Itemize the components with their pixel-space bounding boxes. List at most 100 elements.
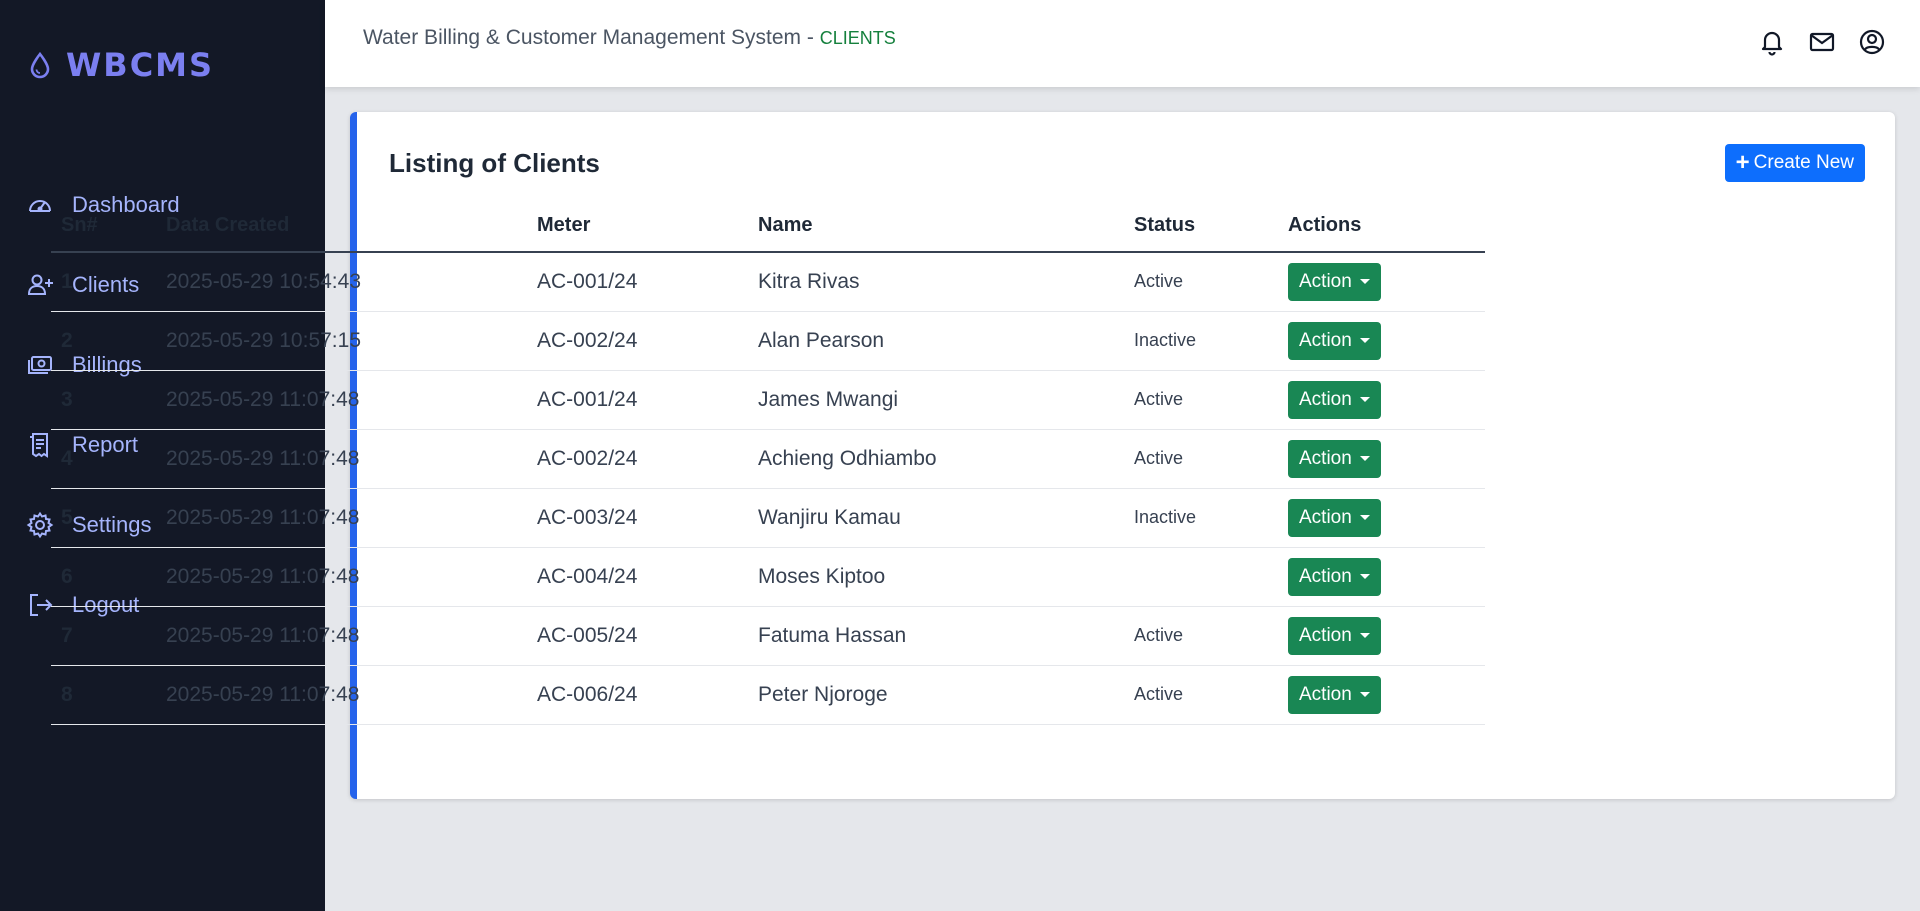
- cell-sn: 8: [51, 665, 156, 725]
- breadcrumb: CLIENTS: [819, 28, 896, 48]
- cell-actions: Action: [1278, 429, 1485, 489]
- cell-name: Achieng Odhiambo: [748, 429, 1124, 489]
- column-header-status: Status: [1124, 200, 1278, 253]
- table-row: 4 2025-05-29 11:07:48 AC-002/24 Achieng …: [51, 429, 1485, 489]
- action-dropdown-button[interactable]: Action: [1288, 380, 1381, 419]
- header-actions: [1758, 28, 1886, 56]
- table-body: 1 2025-05-29 10:54:43 AC-001/24 Kitra Ri…: [51, 252, 1485, 725]
- caret-down-icon: [1359, 633, 1370, 638]
- bell-icon[interactable]: [1758, 28, 1786, 56]
- cell-name: Peter Njoroge: [748, 665, 1124, 725]
- column-header-sn: Sn#: [51, 200, 156, 253]
- money-icon: [28, 356, 52, 374]
- cell-sn: 5: [51, 488, 156, 548]
- cell-status: Active: [1124, 429, 1278, 489]
- cell-created: 2025-05-29 10:54:43: [156, 252, 527, 312]
- cell-sn: 3: [51, 370, 156, 430]
- caret-down-icon: [1359, 397, 1370, 402]
- action-dropdown-button[interactable]: Action: [1288, 262, 1381, 301]
- cell-sn: 4: [51, 429, 156, 489]
- receipt-icon: [30, 433, 48, 458]
- cell-meter: AC-001/24: [527, 370, 748, 430]
- clients-table-wrapper: Sn# Data Created Meter Name Status Actio…: [51, 200, 1485, 725]
- action-label: Action: [1299, 506, 1352, 528]
- table-row: 2 2025-05-29 10:57:15 AC-002/24 Alan Pea…: [51, 311, 1485, 371]
- action-label: Action: [1299, 329, 1352, 351]
- cell-actions: Action: [1278, 665, 1485, 725]
- cell-status: Inactive: [1124, 311, 1278, 371]
- table-row: 6 2025-05-29 11:07:48 AC-004/24 Moses Ki…: [51, 547, 1485, 607]
- brand-name: WBCMS: [66, 46, 215, 84]
- cell-meter: AC-002/24: [527, 429, 748, 489]
- action-label: Action: [1299, 624, 1352, 646]
- action-dropdown-button[interactable]: Action: [1288, 498, 1381, 537]
- cell-actions: Action: [1278, 547, 1485, 607]
- plus-icon: +: [1735, 149, 1750, 176]
- cell-meter: AC-003/24: [527, 488, 748, 548]
- cell-sn: 2: [51, 311, 156, 371]
- cell-sn: 1: [51, 252, 156, 312]
- action-dropdown-button[interactable]: Action: [1288, 616, 1381, 655]
- cell-created: 2025-05-29 11:07:48: [156, 665, 527, 725]
- column-header-created: Data Created: [156, 200, 527, 253]
- cell-name: Wanjiru Kamau: [748, 488, 1124, 548]
- cell-name: Kitra Rivas: [748, 252, 1124, 312]
- clients-table: Sn# Data Created Meter Name Status Actio…: [51, 200, 1485, 725]
- caret-down-icon: [1359, 515, 1370, 520]
- table-row: 3 2025-05-29 11:07:48 AC-001/24 James Mw…: [51, 370, 1485, 430]
- cell-meter: AC-006/24: [527, 665, 748, 725]
- caret-down-icon: [1359, 692, 1370, 697]
- action-label: Action: [1299, 270, 1352, 292]
- cell-sn: 7: [51, 606, 156, 666]
- cell-sn: 6: [51, 547, 156, 607]
- action-label: Action: [1299, 565, 1352, 587]
- mail-icon[interactable]: [1808, 28, 1836, 56]
- brand-logo[interactable]: WBCMS: [28, 46, 214, 84]
- cell-created: 2025-05-29 11:07:48: [156, 606, 527, 666]
- water-drop-icon: [30, 51, 50, 79]
- logout-icon: [30, 594, 53, 616]
- table-row: 8 2025-05-29 11:07:48 AC-006/24 Peter Nj…: [51, 665, 1485, 725]
- cell-actions: Action: [1278, 488, 1485, 548]
- cell-created: 2025-05-29 11:07:48: [156, 547, 527, 607]
- cell-name: Fatuma Hassan: [748, 606, 1124, 666]
- add-user-icon: [27, 274, 53, 295]
- caret-down-icon: [1359, 574, 1370, 579]
- column-header-meter: Meter: [527, 200, 748, 253]
- column-header-actions: Actions: [1278, 200, 1485, 253]
- table-row: 5 2025-05-29 11:07:48 AC-003/24 Wanjiru …: [51, 488, 1485, 548]
- cell-created: 2025-05-29 11:07:48: [156, 488, 527, 548]
- cell-created: 2025-05-29 10:57:15: [156, 311, 527, 371]
- cell-actions: Action: [1278, 606, 1485, 666]
- cell-name: Moses Kiptoo: [748, 547, 1124, 607]
- cell-name: James Mwangi: [748, 370, 1124, 430]
- cell-meter: AC-004/24: [527, 547, 748, 607]
- title-separator: -: [806, 26, 814, 49]
- table-header: Sn# Data Created Meter Name Status Actio…: [51, 200, 1485, 253]
- cell-status: Active: [1124, 606, 1278, 666]
- column-header-name: Name: [748, 200, 1124, 253]
- action-dropdown-button[interactable]: Action: [1288, 439, 1381, 478]
- table-row: 1 2025-05-29 10:54:43 AC-001/24 Kitra Ri…: [51, 252, 1485, 312]
- cell-status: Active: [1124, 252, 1278, 312]
- cell-actions: Action: [1278, 311, 1485, 371]
- action-dropdown-button[interactable]: Action: [1288, 675, 1381, 714]
- table-row: 7 2025-05-29 11:07:48 AC-005/24 Fatuma H…: [51, 606, 1485, 666]
- user-circle-icon[interactable]: [1858, 28, 1886, 56]
- cell-created: 2025-05-29 11:07:48: [156, 429, 527, 489]
- action-dropdown-button[interactable]: Action: [1288, 321, 1381, 360]
- card-title: Listing of Clients: [389, 148, 600, 178]
- action-label: Action: [1299, 388, 1352, 410]
- action-label: Action: [1299, 683, 1352, 705]
- create-new-button[interactable]: + Create New: [1724, 144, 1865, 182]
- app-title: Water Billing & Customer Management Syst…: [363, 26, 802, 49]
- cell-actions: Action: [1278, 252, 1485, 312]
- action-dropdown-button[interactable]: Action: [1288, 557, 1381, 596]
- cell-status: Inactive: [1124, 488, 1278, 548]
- cell-status: [1124, 547, 1278, 607]
- cell-status: Active: [1124, 370, 1278, 430]
- cell-meter: AC-002/24: [527, 311, 748, 371]
- cell-status: Active: [1124, 665, 1278, 725]
- create-new-label: Create New: [1753, 152, 1854, 173]
- cell-meter: AC-005/24: [527, 606, 748, 666]
